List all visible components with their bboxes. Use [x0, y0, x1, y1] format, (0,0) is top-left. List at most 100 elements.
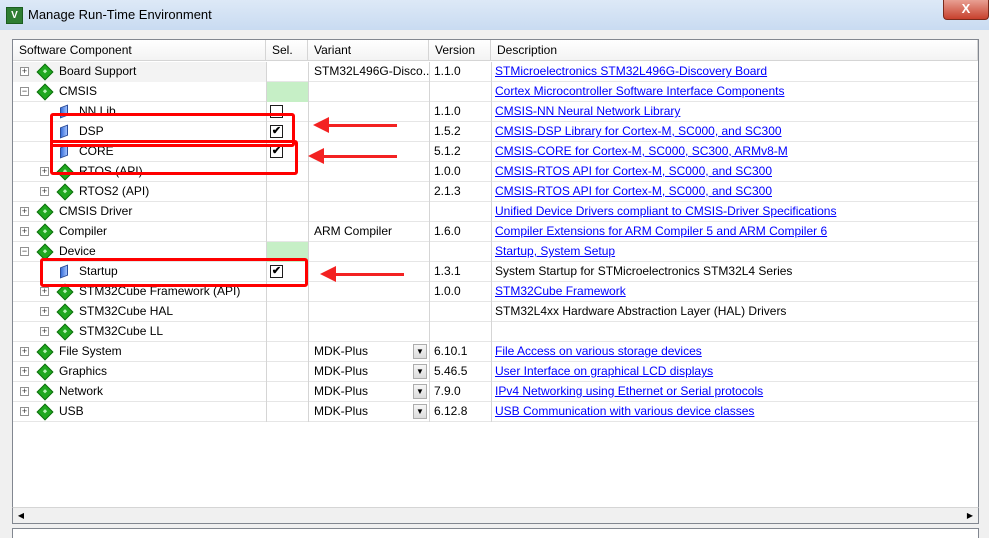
description-link[interactable]: CMSIS-RTOS API for Cortex-M, SC000, and …	[495, 184, 772, 198]
description-link[interactable]: CMSIS-DSP Library for Cortex-M, SC000, a…	[495, 124, 782, 138]
variant-cell[interactable]: MDK-Plus ▼	[308, 382, 429, 402]
variant-value: ARM Compiler	[314, 224, 393, 238]
scroll-right-icon[interactable]: ▶	[962, 508, 978, 523]
select-cell[interactable]	[266, 222, 308, 242]
chevron-down-icon[interactable]: ▼	[413, 344, 427, 359]
description-cell[interactable]: Startup, System Setup	[491, 242, 978, 262]
description-link[interactable]: IPv4 Networking using Ethernet or Serial…	[495, 384, 763, 398]
table-row[interactable]: + CMSIS Driver Unified Device Drivers comp…	[13, 202, 978, 222]
description-cell[interactable]: CMSIS-NN Neural Network Library	[491, 102, 978, 122]
component-group-icon	[36, 203, 54, 221]
description-cell[interactable]: CMSIS-RTOS API for Cortex-M, SC000, and …	[491, 162, 978, 182]
expand-icon[interactable]: +	[40, 167, 49, 176]
variant-cell	[308, 322, 429, 342]
column-header-component[interactable]: Software Component	[13, 40, 266, 61]
close-button[interactable]: X	[943, 0, 989, 20]
chevron-down-icon[interactable]: ▼	[413, 364, 427, 379]
description-link[interactable]: Cortex Microcontroller Software Interfac…	[495, 84, 784, 98]
select-cell[interactable]	[266, 202, 308, 222]
variant-cell[interactable]: MDK-Plus ▼	[308, 402, 429, 422]
description-link[interactable]: CMSIS-RTOS API for Cortex-M, SC000, and …	[495, 164, 772, 178]
description-cell[interactable]: USB Communication with various device cl…	[491, 402, 978, 422]
select-cell[interactable]	[266, 62, 308, 82]
variant-value: STM32L496G-Disco...	[314, 64, 429, 78]
table-row[interactable]: + USB MDK-Plus ▼ 6.12.8 USB Communication wit…	[13, 402, 978, 422]
table-row[interactable]: + Compiler ARM Compiler 1.6.0 Compiler Exten…	[13, 222, 978, 242]
table-row[interactable]: + Board Support STM32L496G-Disco... 1.1.0 ST…	[13, 62, 978, 82]
collapse-icon[interactable]: −	[20, 87, 29, 96]
table-row[interactable]: + RTOS2 (API) 2.1.3 CMSIS-RTOS API for Cort…	[13, 182, 978, 202]
description-cell[interactable]: CMSIS-RTOS API for Cortex-M, SC000, and …	[491, 182, 978, 202]
description-link[interactable]: File Access on various storage devices	[495, 344, 702, 358]
title-bar: V Manage Run-Time Environment X	[0, 0, 989, 30]
description-link[interactable]: CMSIS-NN Neural Network Library	[495, 104, 680, 118]
description-cell[interactable]: CMSIS-CORE for Cortex-M, SC000, SC300, A…	[491, 142, 978, 162]
variant-cell[interactable]: MDK-Plus ▼	[308, 362, 429, 382]
description-cell[interactable]: IPv4 Networking using Ethernet or Serial…	[491, 382, 978, 402]
column-header-version[interactable]: Version	[429, 40, 491, 61]
expand-icon[interactable]: +	[40, 187, 49, 196]
expand-icon[interactable]: +	[20, 67, 29, 76]
scroll-left-icon[interactable]: ◀	[13, 508, 29, 523]
version-cell	[429, 322, 491, 342]
component-name-cell: + Board Support	[13, 62, 266, 82]
expand-icon[interactable]: +	[40, 307, 49, 316]
expand-icon[interactable]: +	[20, 347, 29, 356]
description-cell[interactable]: File Access on various storage devices	[491, 342, 978, 362]
description-cell[interactable]: STM32Cube Framework	[491, 282, 978, 302]
table-row[interactable]: − CMSIS Cortex Microcontroller Software In…	[13, 82, 978, 102]
expand-icon[interactable]: +	[20, 387, 29, 396]
highlight-box-startup	[40, 258, 308, 287]
collapse-icon[interactable]: −	[20, 247, 29, 256]
version-cell: 1.0.0	[429, 282, 491, 302]
description-cell[interactable]: Unified Device Drivers compliant to CMSI…	[491, 202, 978, 222]
horizontal-scrollbar[interactable]: ◀ ▶	[12, 507, 979, 524]
variant-cell[interactable]: MDK-Plus ▼	[308, 342, 429, 362]
select-cell[interactable]	[266, 342, 308, 362]
table-row[interactable]: + File System MDK-Plus ▼ 6.10.1 File Access o…	[13, 342, 978, 362]
column-header-variant[interactable]: Variant	[308, 40, 429, 61]
description-cell[interactable]: User Interface on graphical LCD displays	[491, 362, 978, 382]
expand-icon[interactable]: +	[20, 227, 29, 236]
description-cell[interactable]: Cortex Microcontroller Software Interfac…	[491, 82, 978, 102]
select-cell[interactable]	[266, 322, 308, 342]
expand-icon[interactable]: +	[40, 287, 49, 296]
chevron-down-icon[interactable]: ▼	[413, 384, 427, 399]
description-link[interactable]: Compiler Extensions for ARM Compiler 5 a…	[495, 224, 827, 238]
description-cell[interactable]: CMSIS-DSP Library for Cortex-M, SC000, a…	[491, 122, 978, 142]
component-name-cell: + STM32Cube HAL	[13, 302, 266, 322]
select-cell[interactable]	[266, 402, 308, 422]
chevron-down-icon[interactable]: ▼	[413, 404, 427, 419]
select-cell[interactable]	[266, 82, 308, 102]
table-row[interactable]: + STM32Cube HAL STM32L4xx Hardware Abstrac…	[13, 302, 978, 322]
description-link[interactable]: Startup, System Setup	[495, 244, 615, 258]
component-group-icon	[56, 303, 74, 321]
select-cell[interactable]	[266, 362, 308, 382]
select-cell[interactable]	[266, 382, 308, 402]
column-header-sel[interactable]: Sel.	[266, 40, 308, 61]
table-row[interactable]: + STM32Cube LL	[13, 322, 978, 342]
expand-icon[interactable]: +	[40, 327, 49, 336]
select-cell[interactable]	[266, 302, 308, 322]
description-link[interactable]: Unified Device Drivers compliant to CMSI…	[495, 204, 836, 218]
expand-icon[interactable]: +	[20, 407, 29, 416]
description-cell[interactable]: Compiler Extensions for ARM Compiler 5 a…	[491, 222, 978, 242]
variant-cell	[308, 162, 429, 182]
component-label: RTOS2 (API)	[79, 184, 150, 198]
component-group-icon	[36, 343, 54, 361]
expand-icon[interactable]: +	[20, 207, 29, 216]
window-title: Manage Run-Time Environment	[28, 7, 212, 22]
component-label: CMSIS Driver	[59, 204, 133, 218]
description-link[interactable]: CMSIS-CORE for Cortex-M, SC000, SC300, A…	[495, 144, 788, 158]
description-link[interactable]: USB Communication with various device cl…	[495, 404, 754, 418]
description-link[interactable]: STMicroelectronics STM32L496G-Discovery …	[495, 64, 767, 78]
description-link[interactable]: STM32Cube Framework	[495, 284, 626, 298]
column-header-description[interactable]: Description	[491, 40, 978, 61]
component-group-icon	[36, 383, 54, 401]
select-cell[interactable]	[266, 182, 308, 202]
description-link[interactable]: User Interface on graphical LCD displays	[495, 364, 713, 378]
table-row[interactable]: + Network MDK-Plus ▼ 7.9.0 IPv4 Networking us…	[13, 382, 978, 402]
table-row[interactable]: + Graphics MDK-Plus ▼ 5.46.5 User Interface o…	[13, 362, 978, 382]
expand-icon[interactable]: +	[20, 367, 29, 376]
description-cell[interactable]: STMicroelectronics STM32L496G-Discovery …	[491, 62, 978, 82]
